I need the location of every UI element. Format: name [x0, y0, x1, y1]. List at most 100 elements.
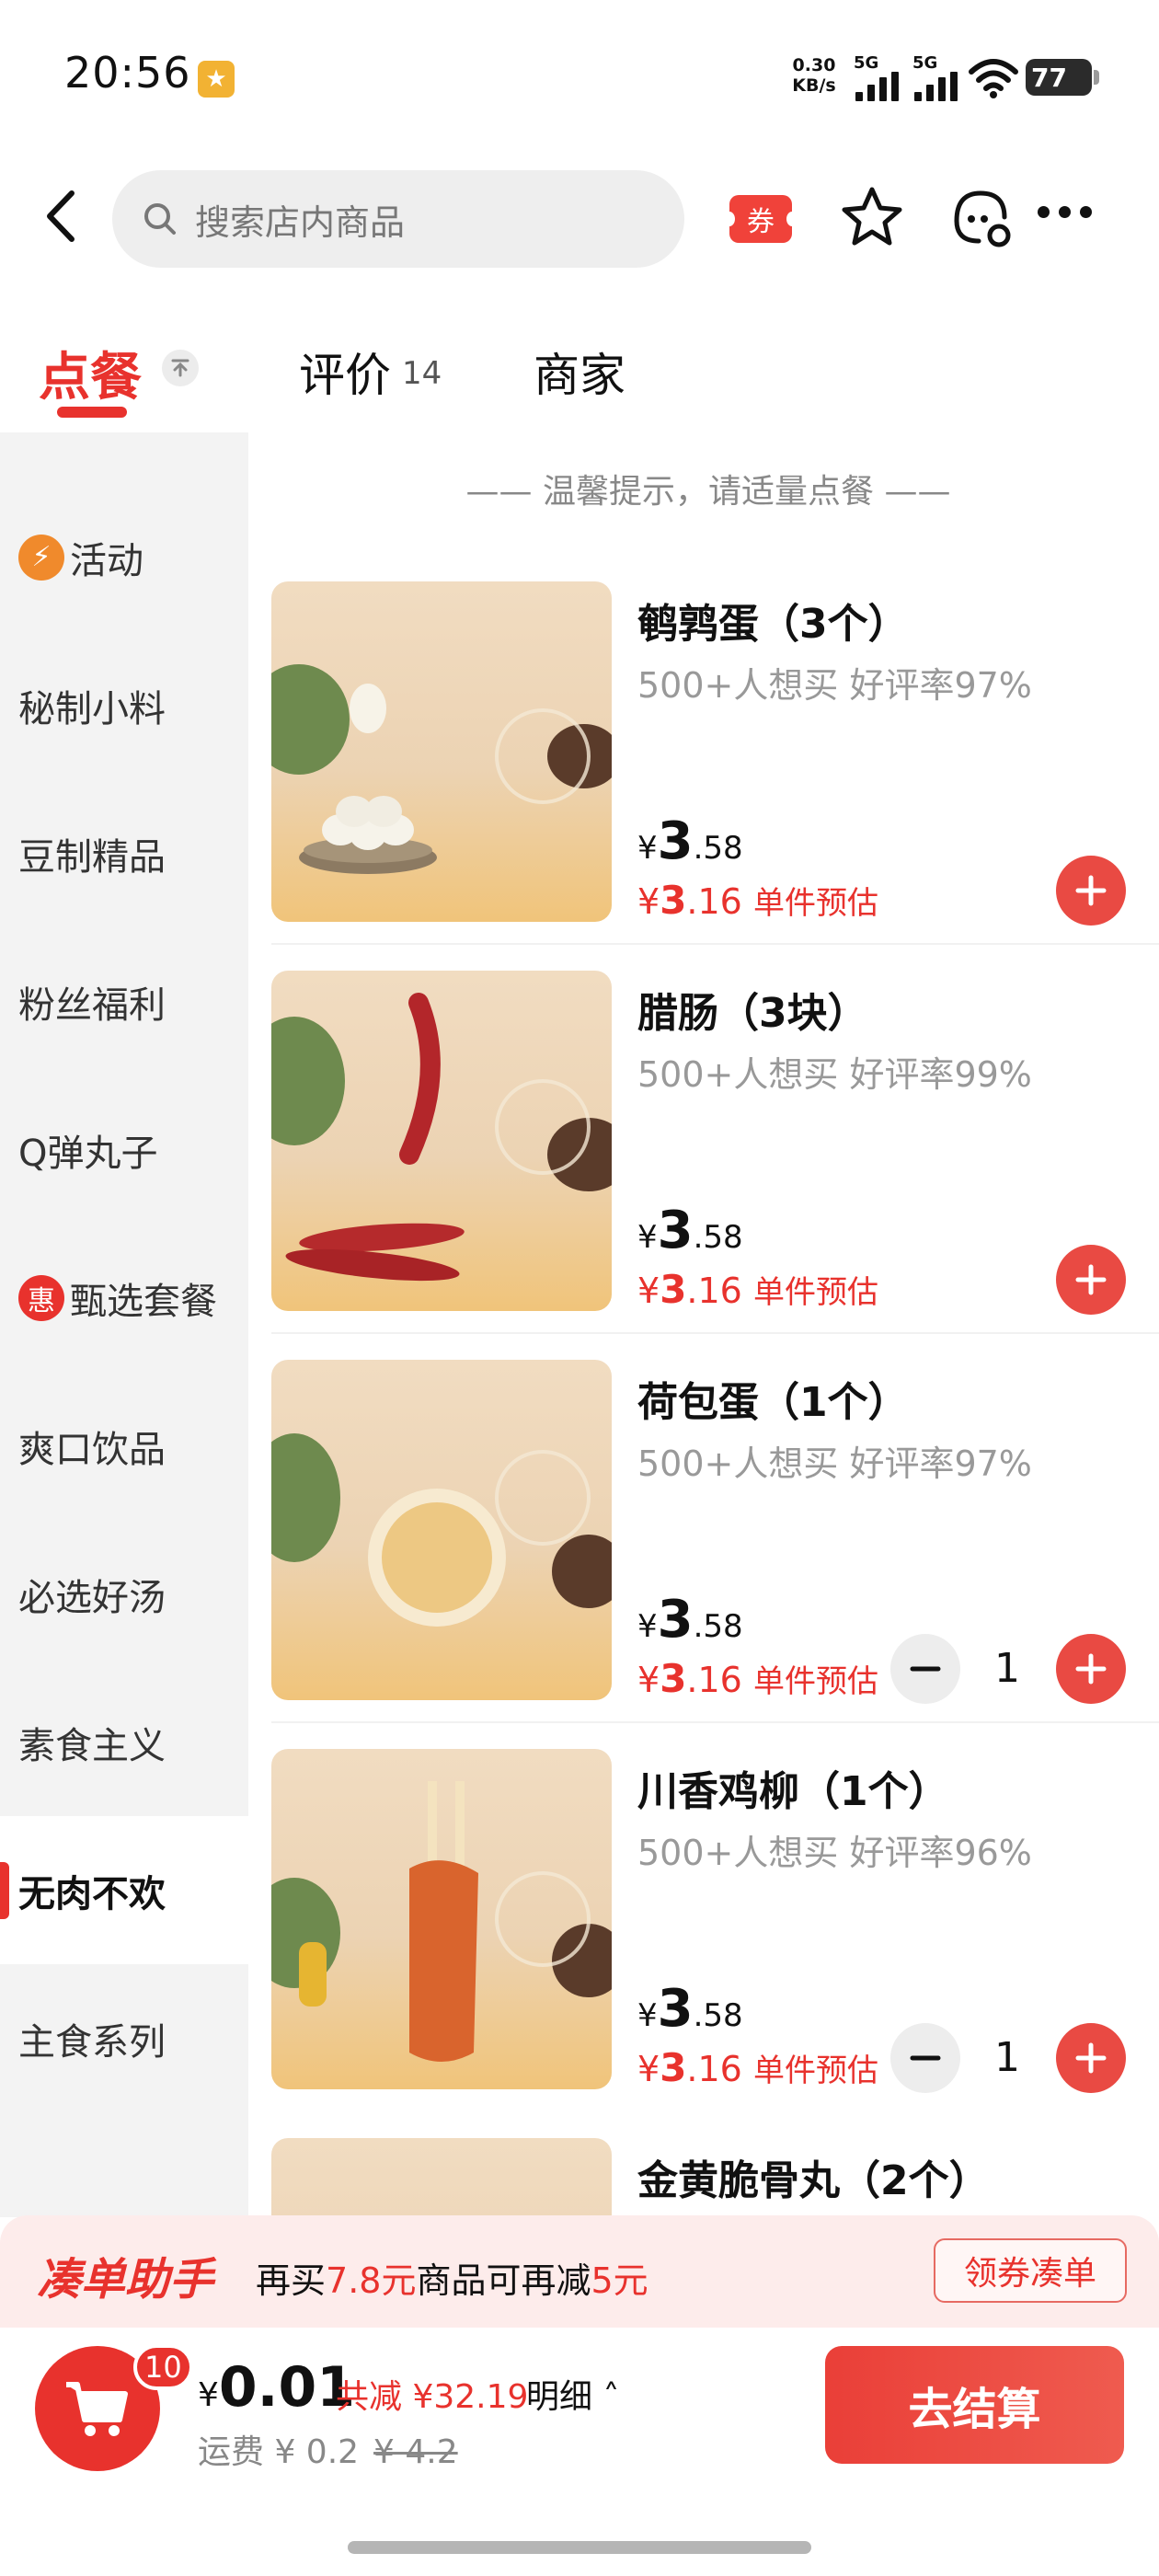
battery-indicator: 77	[1026, 59, 1092, 96]
product-name: 荷包蛋（1个）	[637, 1379, 909, 1426]
add-button[interactable]	[1056, 1245, 1126, 1315]
helper-text: 再买7.8元商品可再减5元	[256, 2260, 648, 2301]
product-image-sausage[interactable]	[271, 971, 612, 1311]
total-discount: 共减 ¥32.19	[336, 2378, 529, 2416]
sidebar-item-tofu[interactable]: 豆制精品	[0, 779, 248, 927]
checkout-bar: 10 ¥0.01 共减 ¥32.19 明细 ˄ 运费 ¥ 0.2 ¥ 4.2 去结…	[0, 2328, 1159, 2576]
plus-icon	[1075, 1264, 1107, 1295]
price-detail-toggle[interactable]: 明细 ˄	[526, 2370, 619, 2418]
tab-shop[interactable]: 商家	[534, 339, 625, 405]
cart-count-badge: 10	[133, 2344, 193, 2390]
status-bar: 20:56 ★ 0.30 KB/s 5G 5G 77	[0, 0, 1159, 156]
product-image-cartilage-balls[interactable]	[271, 2138, 612, 2215]
product-name: 腊肠（3块）	[637, 990, 868, 1037]
decrease-button[interactable]	[890, 2023, 960, 2093]
notification-app-icon: ★	[198, 61, 235, 98]
minus-icon	[910, 2055, 941, 2061]
customer-service-icon[interactable]	[947, 184, 1014, 250]
signal-icon: 5G	[912, 53, 968, 101]
product-image-chicken-strips[interactable]	[271, 1749, 612, 2089]
product-stats: 500+人想买 好评率99%	[637, 1054, 1032, 1095]
fried-egg-image	[271, 1433, 612, 1627]
product-image-fried-egg[interactable]	[271, 1360, 612, 1700]
product-name: 金黄脆骨丸（2个）	[637, 2157, 990, 2204]
discount-icon: 惠	[18, 1274, 64, 1321]
product-card[interactable]: 川香鸡柳（1个） 500+人想买 好评率96% ¥3.58 ¥3.16 单件预估…	[271, 1749, 1159, 2139]
plus-icon	[1075, 1653, 1107, 1685]
decrease-button[interactable]	[890, 1634, 960, 1704]
helper-title: 凑单助手	[37, 2254, 214, 2306]
divider	[271, 943, 1159, 945]
product-stats: 500+人想买 好评率97%	[637, 1443, 1032, 1484]
search-input[interactable]: 搜索店内商品	[112, 170, 684, 268]
search-icon	[144, 203, 176, 235]
plus-icon	[1075, 2042, 1107, 2074]
get-coupon-button[interactable]: 领券凑单	[934, 2238, 1127, 2303]
tab-reviews[interactable]: 评价	[299, 339, 391, 405]
sidebar-item-combo[interactable]: 惠 甄选套餐	[0, 1224, 248, 1372]
product-name: 鹌鹑蛋（3个）	[637, 601, 909, 648]
search-placeholder: 搜索店内商品	[195, 201, 406, 243]
estimated-price: ¥3.16 单件预估	[637, 878, 878, 923]
back-arrow-icon[interactable]	[37, 184, 92, 248]
product-name: 川香鸡柳（1个）	[637, 1768, 949, 1815]
estimated-price: ¥3.16 单件预估	[637, 1656, 878, 1701]
delivery-fee: 运费 ¥ 0.2 ¥ 4.2	[198, 2433, 458, 2471]
product-card[interactable]: 腊肠（3块） 500+人想买 好评率99% ¥3.58 ¥3.16 单件预估	[271, 971, 1159, 1361]
plus-icon	[1075, 875, 1107, 906]
sidebar-item-staple[interactable]: 主食系列	[0, 1964, 248, 2112]
tab-order[interactable]: 点餐	[39, 336, 142, 410]
coupon-button[interactable]: 券	[724, 195, 798, 243]
estimated-price: ¥3.16 单件预估	[637, 1267, 878, 1312]
quail-eggs-image	[271, 664, 612, 874]
shopping-cart-icon	[66, 2382, 128, 2436]
tab-active-indicator	[57, 407, 127, 418]
sidebar-item-meat[interactable]: 无肉不欢	[0, 1816, 248, 1964]
category-sidebar: ⚡ 活动 秘制小料 豆制精品 粉丝福利 Q弹丸子 惠 甄选套餐 爽口饮品 必选好…	[0, 432, 248, 2217]
add-button[interactable]	[1056, 1634, 1126, 1704]
product-stats: 500+人想买 好评率97%	[637, 665, 1032, 706]
quantity-value: 1	[994, 1645, 1020, 1692]
cart-button[interactable]: 10	[35, 2344, 193, 2471]
star-icon[interactable]	[839, 184, 905, 250]
product-card[interactable]: 金黄脆骨丸（2个）	[271, 2138, 1159, 2215]
collapse-icon[interactable]	[162, 350, 199, 386]
add-button[interactable]	[1056, 2023, 1126, 2093]
lightning-icon: ⚡	[18, 534, 64, 581]
minus-icon	[910, 1666, 941, 1672]
more-icon[interactable]	[1038, 206, 1092, 218]
tab-bar: 点餐 评价 14 商家	[0, 322, 1159, 432]
sidebar-item-activity[interactable]: ⚡ 活动	[0, 483, 248, 631]
clock: 20:56	[64, 48, 191, 98]
product-card[interactable]: 荷包蛋（1个） 500+人想买 好评率97% ¥3.58 ¥3.16 单件预估 …	[271, 1360, 1159, 1750]
product-image-quail-eggs[interactable]	[271, 581, 612, 922]
sidebar-item-drinks[interactable]: 爽口饮品	[0, 1372, 248, 1520]
divider	[271, 1721, 1159, 1723]
product-price: ¥3.58	[637, 1979, 743, 2039]
product-price: ¥3.58	[637, 811, 743, 871]
add-button[interactable]	[1056, 856, 1126, 926]
wifi-icon	[969, 59, 1018, 98]
sidebar-item-vegetarian[interactable]: 素食主义	[0, 1668, 248, 1816]
product-stats: 500+人想买 好评率96%	[637, 1833, 1032, 1873]
sausage-image	[271, 993, 612, 1282]
signal-icon: 5G	[854, 53, 909, 101]
home-indicator[interactable]	[348, 2541, 811, 2554]
chevron-up-icon: ˄	[592, 2378, 620, 2416]
sidebar-item-balls[interactable]: Q弹丸子	[0, 1075, 248, 1224]
sidebar-item-sauce[interactable]: 秘制小料	[0, 631, 248, 779]
checkout-button[interactable]: 去结算	[825, 2346, 1124, 2464]
network-speed: 0.30 KB/s	[792, 55, 836, 96]
battery-cap	[1094, 70, 1099, 85]
tip-text: —— 温馨提示，请适量点餐 ——	[465, 473, 951, 511]
chicken-strips-image	[271, 1781, 612, 2062]
quantity-value: 1	[994, 2034, 1020, 2081]
sidebar-item-soup[interactable]: 必选好汤	[0, 1520, 248, 1668]
product-card[interactable]: 鹌鹑蛋（3个） 500+人想买 好评率97% ¥3.58 ¥3.16 单件预估	[271, 581, 1159, 972]
sidebar-item-fan-benefits[interactable]: 粉丝福利	[0, 927, 248, 1075]
reviews-count: 14	[402, 355, 442, 392]
order-helper-bar: 凑单助手 再买7.8元商品可再减5元 领券凑单	[0, 2215, 1159, 2328]
product-price: ¥3.58	[637, 1590, 743, 1650]
divider	[271, 1332, 1159, 1334]
estimated-price: ¥3.16 单件预估	[637, 2045, 878, 2090]
